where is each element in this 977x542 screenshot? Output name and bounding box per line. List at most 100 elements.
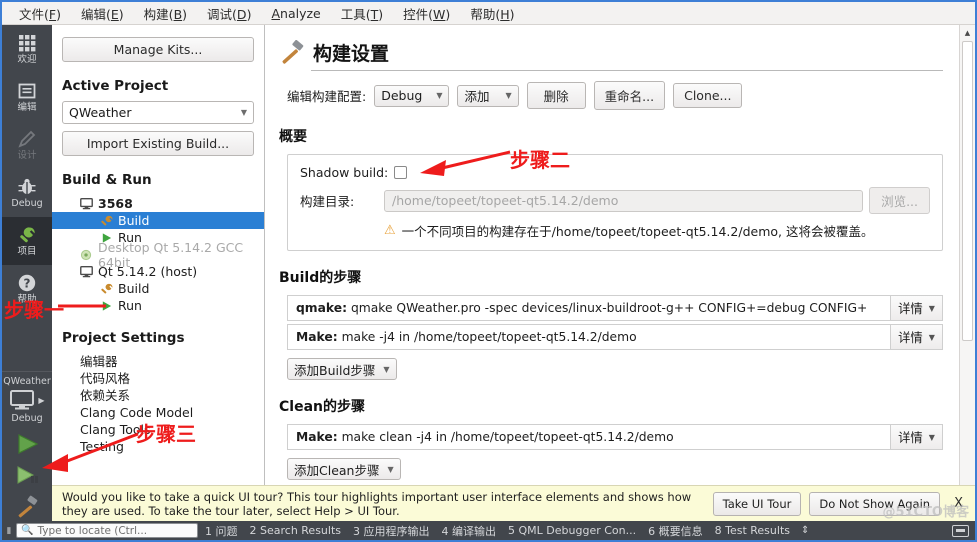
clean-step-row[interactable]: Make: make clean -j4 in /home/topeet/top… [287, 424, 943, 450]
output-pane-tab-6[interactable]: 6 概要信息 [643, 522, 708, 540]
monitor-icon [80, 265, 93, 278]
run-triangle-icon [100, 300, 113, 312]
start-debugging-button[interactable] [4, 460, 50, 490]
manage-kits-button[interactable]: Manage Kits... [62, 37, 254, 62]
wrench-icon [19, 226, 35, 242]
build-config-value: Debug [381, 88, 423, 103]
mode-label: 编辑 [17, 102, 37, 113]
mode-label: Debug [11, 198, 43, 209]
build-and-run-heading: Build & Run [62, 172, 152, 188]
build-directory-input[interactable]: /home/topeet/topeet-qt5.14.2/demo [384, 189, 864, 212]
chevron-down-icon: ▼ [928, 303, 935, 313]
wrench-icon [17, 225, 38, 245]
build-project-button[interactable] [4, 491, 50, 521]
output-pane-handle-icon[interactable]: ▮ [4, 526, 14, 536]
tree-item-build[interactable]: Build [62, 280, 254, 297]
clone-config-button[interactable]: Clone... [673, 83, 743, 108]
rename-config-button[interactable]: 重命名... [593, 81, 666, 110]
build-directory-label: 构建目录: [300, 194, 355, 209]
output-pane-number: 5 [508, 524, 516, 537]
menu-item-3[interactable]: 调试(D) [198, 2, 260, 26]
tree-item-build[interactable]: Build [52, 212, 264, 229]
output-pane-tab-4[interactable]: 4 编译输出 [437, 522, 502, 540]
wrench-icon [101, 283, 113, 293]
menu-item-7[interactable]: 帮助(H) [461, 2, 523, 26]
chevron-down-icon: ▼ [928, 332, 935, 342]
vertical-scrollbar[interactable]: ▲ ▼ [959, 25, 975, 505]
output-pane-tab-2[interactable]: 2 Search Results [245, 523, 347, 538]
title-divider [311, 70, 943, 71]
vertical-scroll-track[interactable] [960, 41, 976, 489]
close-icon[interactable]: X [948, 496, 969, 511]
project-setting-testing[interactable]: Testing [62, 438, 254, 455]
mode-项目[interactable]: 项目 [2, 217, 52, 265]
mode-label: 项目 [17, 246, 37, 257]
target-icon-row[interactable]: ▶ [9, 389, 45, 411]
menu-item-1[interactable]: 编辑(E) [72, 2, 133, 26]
vertical-scroll-thumb[interactable] [962, 41, 973, 341]
tree-item-desktop-qt-5-14-2-gcc-64bit[interactable]: Desktop Qt 5.14.2 GCC 64bit [62, 240, 254, 270]
output-pane-label: QML Debugger Con... [518, 524, 637, 537]
run-target-selector[interactable]: QWeather ▶ Debug [2, 371, 52, 521]
add-build-step-button[interactable]: 添加Build步骤 ▼ [287, 358, 397, 380]
run-target-kit-label: QWeather [3, 376, 51, 387]
tree-item-3568[interactable]: 3568 [62, 195, 254, 212]
mode-帮助[interactable]: ? 帮助 [2, 265, 52, 313]
output-pane-tab-3[interactable]: 3 应用程序输出 [348, 522, 435, 540]
menu-item-4[interactable]: Analyze [262, 3, 329, 24]
build-step-detail: make -j4 in /home/topeet/topeet-qt5.14.2… [341, 330, 637, 344]
target-chevron-icon: ▶ [38, 395, 45, 405]
clean-step-details-button[interactable]: 详情 ▼ [890, 425, 942, 449]
hammer-icon [282, 39, 304, 64]
build-step-details-button[interactable]: 详情 ▼ [890, 325, 942, 349]
grid-icon [17, 33, 37, 53]
run-target-buildconfig-label: Debug [11, 413, 43, 424]
project-setting-clang-tools[interactable]: Clang Tools [62, 421, 254, 438]
add-config-button[interactable]: 添加 ▼ [457, 84, 519, 107]
menu-item-2[interactable]: 构建(B) [135, 2, 196, 26]
output-pane-label: Test Results [725, 524, 790, 537]
menu-item-5[interactable]: 工具(T) [332, 2, 392, 26]
clean-steps-list: Make: make clean -j4 in /home/topeet/top… [279, 424, 943, 450]
run-button[interactable] [4, 429, 50, 459]
menu-item-6[interactable]: 控件(W) [394, 2, 459, 26]
project-setting-clang-code-model[interactable]: Clang Code Model [62, 404, 254, 421]
tree-item-label: Build [118, 213, 150, 228]
mode-spacer [2, 313, 52, 371]
updown-arrows-icon[interactable]: ⇕ [797, 525, 813, 536]
take-ui-tour-button[interactable]: Take UI Tour [712, 491, 802, 516]
output-pane-tabs: 1 问题 2 Search Results 3 应用程序输出 4 编译输出 5 QML … [200, 522, 795, 540]
mode-selector-bar: 欢迎 编辑 设计 Debug 项目? 帮助 QWeather ▶ Debug [2, 25, 52, 521]
do-not-show-again-button[interactable]: Do Not Show Again [809, 491, 941, 516]
scroll-up-arrow-icon[interactable]: ▲ [960, 25, 976, 41]
menu-item-0[interactable]: 文件(F) [10, 2, 70, 26]
add-clean-step-button[interactable]: 添加Clean步骤 ▼ [287, 458, 401, 480]
page-header: 构建设置 [279, 39, 943, 66]
project-setting-代码风格[interactable]: 代码风格 [62, 370, 254, 387]
output-pane-tab-1[interactable]: 1 问题 [200, 522, 243, 540]
tree-item-run[interactable]: Run [62, 297, 254, 314]
search-icon: 🔍 [21, 525, 34, 536]
build-step-name: qmake: [296, 301, 348, 315]
svg-text:?: ? [24, 277, 31, 291]
output-pane-tab-5[interactable]: 5 QML Debugger Con... [503, 523, 641, 538]
active-project-combo[interactable]: QWeather ▼ [62, 101, 254, 124]
add-clean-step-wrap: 添加Clean步骤 ▼ [287, 458, 401, 480]
project-setting-依赖关系[interactable]: 依赖关系 [62, 387, 254, 404]
project-setting-编辑器[interactable]: 编辑器 [62, 353, 254, 370]
mode-欢迎[interactable]: 欢迎 [2, 25, 52, 73]
build-config-combo[interactable]: Debug ▼ [374, 84, 450, 107]
build-settings-panel: 构建设置 编辑构建配置: Debug ▼ 添加 ▼ 删除 重命名... Clon [265, 25, 975, 521]
mode-Debug[interactable]: Debug [2, 169, 52, 217]
shadow-build-checkbox[interactable] [394, 166, 408, 179]
build-step-row[interactable]: qmake: qmake QWeather.pro -spec devices/… [287, 295, 943, 321]
project-settings-list: 编辑器 代码风格 依赖关系 Clang Code Model Clang Tools Te… [62, 353, 254, 455]
locator-input[interactable]: 🔍 Type to locate (Ctrl... [16, 523, 198, 538]
output-pane-number: 1 [205, 524, 212, 538]
import-existing-build-button[interactable]: Import Existing Build... [62, 131, 254, 156]
mode-编辑[interactable]: 编辑 [2, 73, 52, 121]
build-step-row[interactable]: Make: make -j4 in /home/topeet/topeet-qt… [287, 324, 943, 350]
build-step-details-button[interactable]: 详情 ▼ [890, 296, 942, 320]
remove-config-button[interactable]: 删除 [526, 82, 586, 109]
output-pane-tab-8[interactable]: 8 Test Results [710, 523, 795, 538]
